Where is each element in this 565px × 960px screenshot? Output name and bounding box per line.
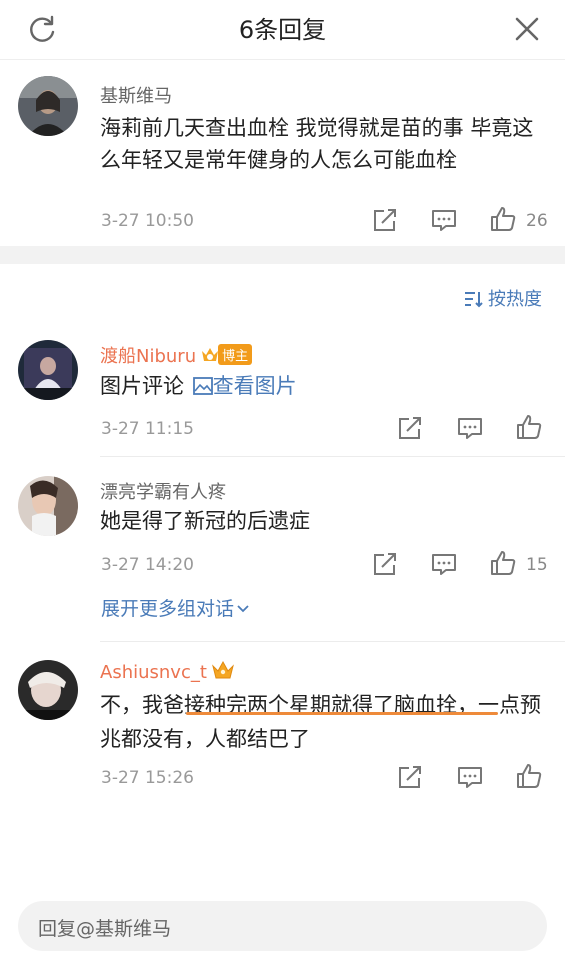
timestamp: 3-27 10:50 bbox=[101, 211, 194, 231]
list-item: 渡船Niburu 博主 图片评论 查看图片 3-27 11:15 bbox=[0, 330, 565, 456]
comment-text: 不，我爸接种完两个星期就得了脑血拴，一点预兆都没有，人都结巴了 bbox=[100, 693, 541, 751]
sort-label: 按热度 bbox=[488, 289, 542, 310]
comment-text: 海莉前几天查出血栓 我觉得就是苗的事 毕竟这么年轻又是常年健身的人怎么可能血栓 bbox=[100, 116, 534, 172]
expand-more-conversation-link[interactable]: 展开更多组对话 bbox=[101, 594, 250, 621]
like-icon[interactable] bbox=[489, 549, 517, 577]
username-row: 渡船Niburu 博主 bbox=[100, 342, 253, 368]
chevron-down-icon bbox=[237, 605, 249, 613]
username[interactable]: 渡船Niburu bbox=[100, 346, 196, 367]
header-bar: 6条回复 bbox=[0, 0, 565, 60]
sort-icon bbox=[465, 292, 483, 308]
close-icon[interactable] bbox=[511, 13, 543, 45]
like-icon[interactable] bbox=[515, 413, 543, 441]
repost-icon[interactable] bbox=[396, 763, 424, 791]
repost-icon[interactable] bbox=[371, 206, 399, 234]
list-item: Ashiusnvc_t 不，我爸接种完两个星期就得了脑血拴，一点预兆都没有，人都… bbox=[0, 650, 565, 800]
comment-icon[interactable] bbox=[456, 414, 484, 442]
username[interactable]: 漂亮学霸有人疼 bbox=[100, 478, 226, 504]
repost-icon[interactable] bbox=[396, 414, 424, 442]
expand-more-label: 展开更多组对话 bbox=[101, 598, 235, 620]
avatar[interactable] bbox=[18, 660, 78, 720]
avatar[interactable] bbox=[18, 476, 78, 536]
list-item: 漂亮学霸有人疼 她是得了新冠的后遗症 3-27 14:20 15 bbox=[0, 466, 565, 640]
repost-icon[interactable] bbox=[371, 550, 399, 578]
highlight-underline bbox=[186, 712, 498, 715]
comment-text: 图片评论 查看图片 bbox=[100, 370, 547, 402]
divider bbox=[100, 641, 565, 642]
username-row: Ashiusnvc_t bbox=[100, 659, 235, 683]
like-count: 26 bbox=[526, 211, 548, 231]
timestamp: 3-27 11:15 bbox=[101, 419, 194, 439]
like-icon[interactable] bbox=[489, 205, 517, 233]
crown-icon bbox=[211, 660, 234, 679]
like-count: 15 bbox=[526, 555, 548, 575]
view-image-label: 查看图片 bbox=[212, 374, 297, 398]
comment-icon[interactable] bbox=[430, 206, 458, 234]
username[interactable]: Ashiusnvc_t bbox=[100, 662, 207, 683]
comment-text: 她是得了新冠的后遗症 bbox=[100, 509, 310, 533]
avatar[interactable] bbox=[18, 76, 78, 136]
reply-placeholder: 回复@基斯维马 bbox=[38, 918, 172, 940]
timestamp: 3-27 14:20 bbox=[101, 555, 194, 575]
root-comment: 基斯维马 海莉前几天查出血栓 我觉得就是苗的事 毕竟这么年轻又是常年健身的人怎么… bbox=[0, 60, 565, 246]
timestamp: 3-27 15:26 bbox=[101, 768, 194, 788]
blogger-badge: 博主 bbox=[218, 344, 253, 365]
divider bbox=[100, 456, 565, 457]
view-image-link[interactable]: 查看图片 bbox=[191, 374, 297, 398]
page-title: 6条回复 bbox=[238, 16, 327, 44]
comment-icon[interactable] bbox=[456, 763, 484, 791]
vip-crown-icon bbox=[202, 348, 219, 361]
section-divider bbox=[0, 246, 565, 264]
like-icon[interactable] bbox=[515, 762, 543, 790]
avatar[interactable] bbox=[18, 340, 78, 400]
sort-by-hot-button[interactable]: 按热度 bbox=[464, 285, 542, 311]
reply-input[interactable]: 回复@基斯维马 bbox=[18, 901, 547, 951]
comment-text-prefix: 图片评论 bbox=[100, 374, 184, 398]
image-icon bbox=[192, 377, 213, 395]
username[interactable]: 基斯维马 bbox=[100, 82, 172, 108]
comment-icon[interactable] bbox=[430, 550, 458, 578]
